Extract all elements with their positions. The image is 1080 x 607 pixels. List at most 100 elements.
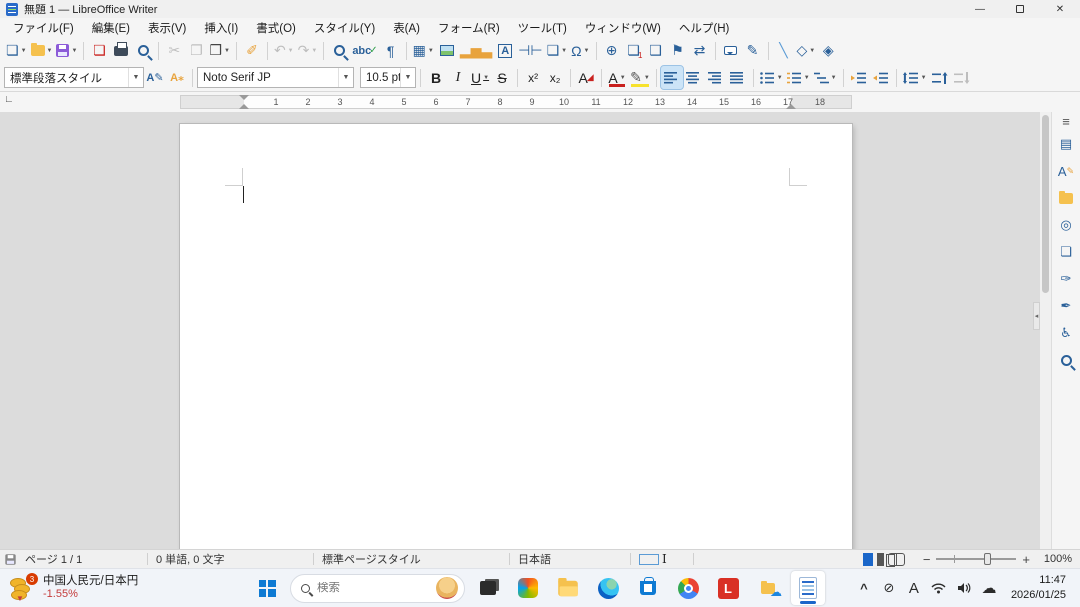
spelling-button[interactable]: abc✓ [350, 39, 379, 62]
notifications-off-icon[interactable]: ⊘ [878, 573, 900, 603]
insert-chart-button[interactable]: ▂▅▃ [458, 39, 494, 62]
minimize-button[interactable]: — [960, 0, 1000, 18]
close-button[interactable]: ✕ [1040, 0, 1080, 18]
start-button[interactable] [250, 571, 284, 605]
insert-image-button[interactable] [436, 39, 458, 62]
track-changes-button[interactable]: ✎ [742, 39, 764, 62]
maximize-button[interactable] [1000, 0, 1040, 18]
tray-overflow-chevron[interactable]: ^ [853, 573, 875, 603]
zoom-slider[interactable] [936, 558, 1016, 560]
sidebar-tab-styles[interactable]: A✎ [1054, 160, 1078, 182]
paste-button[interactable]: ❒▼ [207, 39, 232, 62]
taskbar-line-app-button[interactable]: L [711, 571, 745, 605]
save-button[interactable]: ▼ [54, 39, 79, 62]
clone-formatting-button[interactable]: ✐ [241, 39, 263, 62]
save-status-icon[interactable] [5, 554, 15, 564]
new-document-button[interactable]: ❏▼ [4, 39, 29, 62]
show-draw-functions-button[interactable]: ◈ [817, 39, 839, 62]
insert-footnote-button[interactable]: ❏1 [623, 39, 645, 62]
multi-page-view-button[interactable] [877, 553, 884, 566]
sidebar-tab-manage-changes[interactable]: ✒ [1054, 295, 1078, 317]
zoom-in-button[interactable]: + [1016, 552, 1036, 567]
italic-button[interactable]: I [447, 66, 469, 89]
hyperlink-button[interactable]: ⊕ [601, 39, 623, 62]
menu-item[interactable]: 挿入(I) [195, 18, 247, 38]
font-size-combobox[interactable]: 10.5 pt ▼ [360, 67, 416, 88]
zoom-out-button[interactable]: − [917, 552, 937, 567]
menu-item[interactable]: ヘルプ(H) [670, 18, 738, 38]
insert-endnote-button[interactable]: ❑ [645, 39, 667, 62]
ime-mode-icon[interactable]: A [903, 573, 925, 603]
insert-bookmark-button[interactable]: ⚑ [667, 39, 689, 62]
new-style-button[interactable]: A⁎ [166, 66, 188, 89]
menu-item[interactable]: ツール(T) [509, 18, 576, 38]
highlight-color-button[interactable]: ✎▼ [628, 66, 652, 89]
insert-textbox-button[interactable]: A [494, 39, 516, 62]
book-view-button[interactable] [888, 553, 905, 566]
strikethrough-button[interactable]: S [491, 66, 513, 89]
font-name-combobox[interactable]: Noto Serif JP ▼ [197, 67, 354, 88]
left-indent-marker[interactable] [239, 99, 249, 109]
weather-cloud-icon[interactable]: ☁ [978, 573, 1000, 603]
sidebar-tab-page[interactable]: ❏ [1054, 241, 1078, 263]
page-style-status[interactable]: 標準ページスタイル [314, 551, 509, 567]
menu-item[interactable]: ファイル(F) [4, 18, 83, 38]
align-center-button[interactable] [683, 66, 705, 89]
align-right-button[interactable] [705, 66, 727, 89]
sidebar-collapse-handle[interactable]: ◂ [1033, 302, 1040, 330]
taskbar-copilot-button[interactable] [511, 571, 545, 605]
sidebar-tab-style-inspector[interactable]: ✑ [1054, 268, 1078, 290]
insert-field-button[interactable]: ❏▼ [545, 39, 570, 62]
combobox-arrow-icon[interactable]: ▼ [338, 68, 353, 87]
sidebar-tab-properties[interactable]: ▤ [1054, 133, 1078, 155]
zoom-level-label[interactable]: 100% [1036, 553, 1080, 565]
taskbar-onedrive-folder-button[interactable]: ☁ [751, 571, 785, 605]
menu-item[interactable]: スタイル(Y) [305, 18, 384, 38]
menu-item[interactable]: 編集(E) [83, 18, 139, 38]
justify-button[interactable] [727, 66, 749, 89]
superscript-button[interactable]: x² [522, 66, 544, 89]
font-color-button[interactable]: A▼ [606, 66, 628, 89]
scrollbar-thumb[interactable] [1042, 115, 1049, 293]
sidebar-tab-find[interactable] [1054, 349, 1078, 371]
menu-item[interactable]: ウィンドウ(W) [576, 18, 670, 38]
zoom-slider-thumb[interactable] [984, 553, 991, 565]
insert-table-button[interactable]: ▦▼ [411, 39, 436, 62]
export-pdf-button[interactable]: ❏ [88, 39, 110, 62]
decrease-indent-button[interactable] [870, 66, 892, 89]
update-style-button[interactable]: A✎ [144, 66, 166, 89]
insert-comment-button[interactable] [720, 39, 742, 62]
underline-button[interactable]: U▼ [469, 66, 491, 89]
tray-clock[interactable]: 11:47 2026/01/25 [1003, 573, 1072, 603]
combobox-arrow-icon[interactable]: ▼ [400, 68, 415, 87]
increase-paragraph-spacing-button[interactable] [929, 66, 951, 89]
clear-formatting-button[interactable]: A◢ [575, 66, 597, 89]
taskbar-search-box[interactable] [290, 574, 465, 603]
menu-item[interactable]: フォーム(R) [429, 18, 509, 38]
search-highlight-image[interactable] [436, 577, 458, 599]
taskbar-file-explorer-button[interactable] [551, 571, 585, 605]
subscript-button[interactable]: x₂ [544, 66, 566, 89]
combobox-arrow-icon[interactable]: ▼ [128, 68, 143, 87]
bold-button[interactable]: B [425, 66, 447, 89]
special-character-button[interactable]: Ω▼ [569, 39, 591, 62]
insert-page-break-button[interactable]: ⊣⊢ [516, 39, 544, 62]
formatting-marks-button[interactable]: ¶ [380, 39, 402, 62]
find-replace-button[interactable] [328, 39, 350, 62]
insert-line-button[interactable]: ╲ [773, 39, 795, 62]
language-status[interactable]: 日本語 [510, 551, 630, 567]
document-area[interactable] [0, 112, 1040, 549]
numbered-list-button[interactable]: ▼ [785, 66, 812, 89]
vertical-scrollbar[interactable]: ◂ [1040, 112, 1051, 549]
menu-item[interactable]: 書式(O) [247, 18, 305, 38]
sidebar-tab-gallery[interactable] [1054, 187, 1078, 209]
horizontal-ruler[interactable]: 123456789101112131415161718 [180, 95, 852, 109]
wifi-icon[interactable] [928, 573, 950, 603]
page-number-status[interactable]: ページ 1 / 1 [17, 551, 147, 567]
outline-list-button[interactable]: ▼ [812, 66, 839, 89]
document-page[interactable] [180, 124, 852, 549]
menu-item[interactable]: 表示(V) [139, 18, 195, 38]
taskbar-store-button[interactable] [631, 571, 665, 605]
cross-reference-button[interactable]: ⇄ [689, 39, 711, 62]
paragraph-style-combobox[interactable]: 標準段落スタイル ▼ [4, 67, 144, 88]
